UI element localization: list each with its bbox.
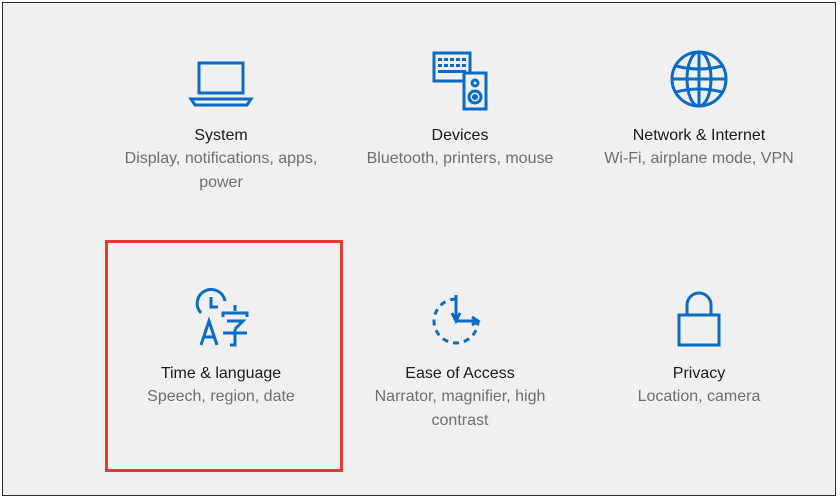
tile-description: Speech, region, date <box>147 388 295 405</box>
settings-tile-system[interactable]: System Display, notifications, apps, pow… <box>103 49 339 195</box>
tile-description: Location, camera <box>637 388 761 405</box>
ease-of-access-icon <box>420 287 500 355</box>
settings-tile-time-language[interactable]: Time & language Speech, region, date <box>103 287 339 409</box>
laptop-icon <box>181 49 261 117</box>
settings-tile-ease-of-access[interactable]: Ease of Access Narrator, magnifier, high… <box>342 287 578 433</box>
keyboard-speaker-icon <box>420 49 500 117</box>
settings-tile-devices[interactable]: Devices Bluetooth, printers, mouse <box>342 49 578 171</box>
settings-tile-network[interactable]: Network & Internet Wi-Fi, airplane mode,… <box>581 49 817 171</box>
time-language-icon <box>181 287 261 355</box>
tile-title: Time & language <box>160 365 282 382</box>
tile-title: Network & Internet <box>632 127 766 144</box>
tile-description: Wi-Fi, airplane mode, VPN <box>604 150 794 167</box>
tile-description: Display, notifications, apps, power <box>124 150 318 191</box>
tile-title: Devices <box>431 127 489 144</box>
tile-title: Privacy <box>672 365 726 382</box>
tile-description: Bluetooth, printers, mouse <box>366 150 554 167</box>
globe-icon <box>659 49 739 117</box>
tile-title: Ease of Access <box>405 365 515 382</box>
settings-tile-privacy[interactable]: Privacy Location, camera <box>581 287 817 409</box>
lock-icon <box>659 287 739 355</box>
tile-title: System <box>194 127 248 144</box>
tile-description: Narrator, magnifier, high contrast <box>374 388 546 429</box>
settings-window: System Display, notifications, apps, pow… <box>2 2 836 496</box>
